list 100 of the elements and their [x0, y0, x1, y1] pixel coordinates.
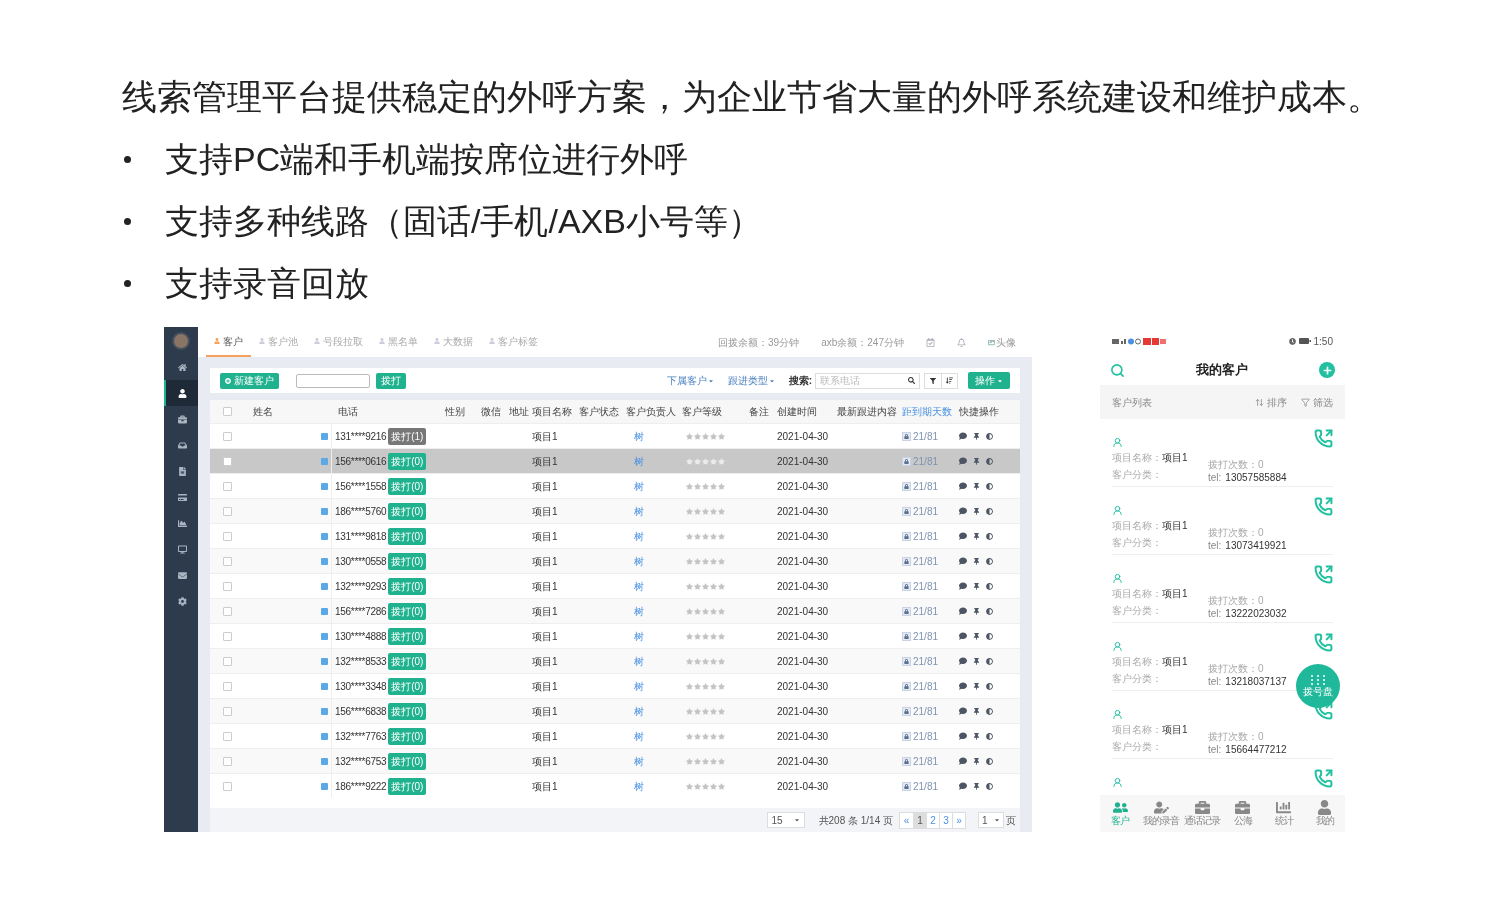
comment-icon[interactable] [959, 757, 967, 765]
filter-dropdown[interactable]: 下属客户 [666, 373, 714, 388]
add-icon[interactable] [1319, 362, 1335, 378]
star-icon[interactable] [702, 507, 709, 515]
comment-icon[interactable] [959, 457, 967, 465]
star-icon[interactable] [694, 732, 701, 740]
star-icon[interactable] [702, 457, 709, 465]
star-icon[interactable] [702, 782, 709, 790]
checkbox[interactable] [223, 756, 232, 766]
star-icon[interactable] [718, 507, 725, 515]
pin-icon[interactable] [973, 432, 980, 440]
star-icon[interactable] [710, 682, 717, 690]
star-icon[interactable] [686, 782, 693, 790]
star-icon[interactable] [718, 682, 725, 690]
customer-card[interactable]: 项目名称：项目1 客户分类： 拨打次数：0 tel: 13073419921 [1112, 487, 1333, 555]
contrast-icon[interactable] [986, 507, 993, 515]
column-header[interactable]: 距到期天数 [902, 404, 959, 419]
owner-link[interactable]: 树 [626, 428, 682, 444]
pin-icon[interactable] [973, 682, 980, 690]
star-icon[interactable] [718, 707, 725, 715]
pin-icon[interactable] [973, 732, 980, 740]
pin-icon[interactable] [973, 632, 980, 640]
dial-button[interactable]: 拨打(0) [388, 527, 427, 545]
star-icon[interactable] [718, 532, 725, 540]
table-row[interactable]: 156****0616 拨打(0) 项目1 树 2021-04-30 21/81 [210, 448, 1020, 473]
table-row[interactable]: 132****7763 拨打(0) 项目1 树 2021-04-30 21/81 [210, 723, 1020, 748]
star-icon[interactable] [702, 732, 709, 740]
new-customer-button[interactable]: 新建客户 [220, 372, 279, 389]
star-icon[interactable] [710, 732, 717, 740]
star-icon[interactable] [686, 557, 693, 565]
star-icon[interactable] [710, 557, 717, 565]
prev-page-button[interactable]: « [900, 812, 913, 828]
comment-icon[interactable] [959, 632, 967, 640]
pin-icon[interactable] [973, 507, 980, 515]
star-icon[interactable] [686, 657, 693, 665]
bottom-tab[interactable]: 客户 [1100, 795, 1141, 832]
search-input[interactable]: 联系电话 [820, 373, 908, 388]
bottom-tab[interactable]: 公海 [1222, 795, 1264, 832]
star-icon[interactable] [702, 607, 709, 615]
contrast-icon[interactable] [986, 632, 993, 640]
chat-icon[interactable] [321, 707, 328, 715]
star-icon[interactable] [694, 507, 701, 515]
star-icon[interactable] [718, 757, 725, 765]
bottom-tab[interactable]: 统计 [1263, 795, 1305, 832]
chat-icon[interactable] [321, 432, 328, 440]
star-icon[interactable] [694, 632, 701, 640]
star-icon[interactable] [702, 707, 709, 715]
chat-icon[interactable] [321, 482, 328, 490]
avatar-icon[interactable] [172, 331, 190, 350]
contrast-icon[interactable] [986, 657, 993, 665]
owner-link[interactable]: 树 [626, 478, 682, 494]
sort-button[interactable]: 排序 [1255, 394, 1287, 410]
star-icon[interactable] [718, 657, 725, 665]
chat-icon[interactable] [321, 582, 328, 590]
checkbox[interactable] [223, 781, 232, 791]
star-icon[interactable] [694, 657, 701, 665]
star-icon[interactable] [718, 732, 725, 740]
dial-button[interactable]: 拨打(0) [388, 452, 427, 470]
contrast-icon[interactable] [986, 682, 993, 690]
dial-button[interactable]: 拨打(0) [388, 502, 427, 520]
dial-button[interactable]: 拨打(0) [388, 552, 427, 570]
star-icon[interactable] [702, 482, 709, 490]
dial-button[interactable]: 拨打(0) [388, 652, 427, 670]
checkbox[interactable] [223, 407, 232, 416]
search-icon[interactable] [908, 377, 915, 384]
dial-button[interactable]: 拨打(0) [388, 602, 427, 620]
star-icon[interactable] [718, 607, 725, 615]
chat-icon[interactable] [321, 457, 328, 465]
page-size-select[interactable]: 15 [766, 812, 805, 828]
comment-icon[interactable] [959, 432, 967, 440]
dial-button[interactable]: 拨打(0) [388, 477, 427, 495]
pin-icon[interactable] [973, 557, 980, 565]
pin-icon[interactable] [973, 582, 980, 590]
table-row[interactable]: 156****7286 拨打(0) 项目1 树 2021-04-30 21/81 [210, 598, 1020, 623]
checkbox[interactable] [223, 481, 232, 491]
dial-button[interactable]: 拨打(0) [388, 727, 427, 745]
nav-tab[interactable]: 大数据 [426, 327, 481, 357]
call-button[interactable]: 拨打 [376, 372, 406, 389]
nav-tab[interactable]: 黑名单 [371, 327, 426, 357]
pin-icon[interactable] [973, 707, 980, 715]
star-icon[interactable] [702, 632, 709, 640]
star-icon[interactable] [702, 682, 709, 690]
star-icon[interactable] [686, 482, 693, 490]
filter-dropdown[interactable]: 跟进类型 [727, 373, 775, 388]
star-icon[interactable] [686, 432, 693, 440]
owner-link[interactable]: 树 [626, 678, 682, 694]
comment-icon[interactable] [959, 532, 967, 540]
owner-link[interactable]: 树 [626, 503, 682, 519]
dialpad-button[interactable]: 拨号盘 [1296, 664, 1340, 708]
dial-button[interactable]: 拨打(0) [388, 777, 427, 795]
dial-button[interactable]: 拨打(1) [388, 427, 427, 445]
checkbox[interactable] [223, 706, 232, 716]
checkbox[interactable] [223, 556, 232, 566]
owner-link[interactable]: 树 [626, 528, 682, 544]
star-icon[interactable] [702, 532, 709, 540]
star-icon[interactable] [686, 532, 693, 540]
table-row[interactable]: 132****8533 拨打(0) 项目1 树 2021-04-30 21/81 [210, 648, 1020, 673]
comment-icon[interactable] [959, 707, 967, 715]
star-icon[interactable] [710, 582, 717, 590]
checkbox[interactable] [223, 656, 232, 666]
